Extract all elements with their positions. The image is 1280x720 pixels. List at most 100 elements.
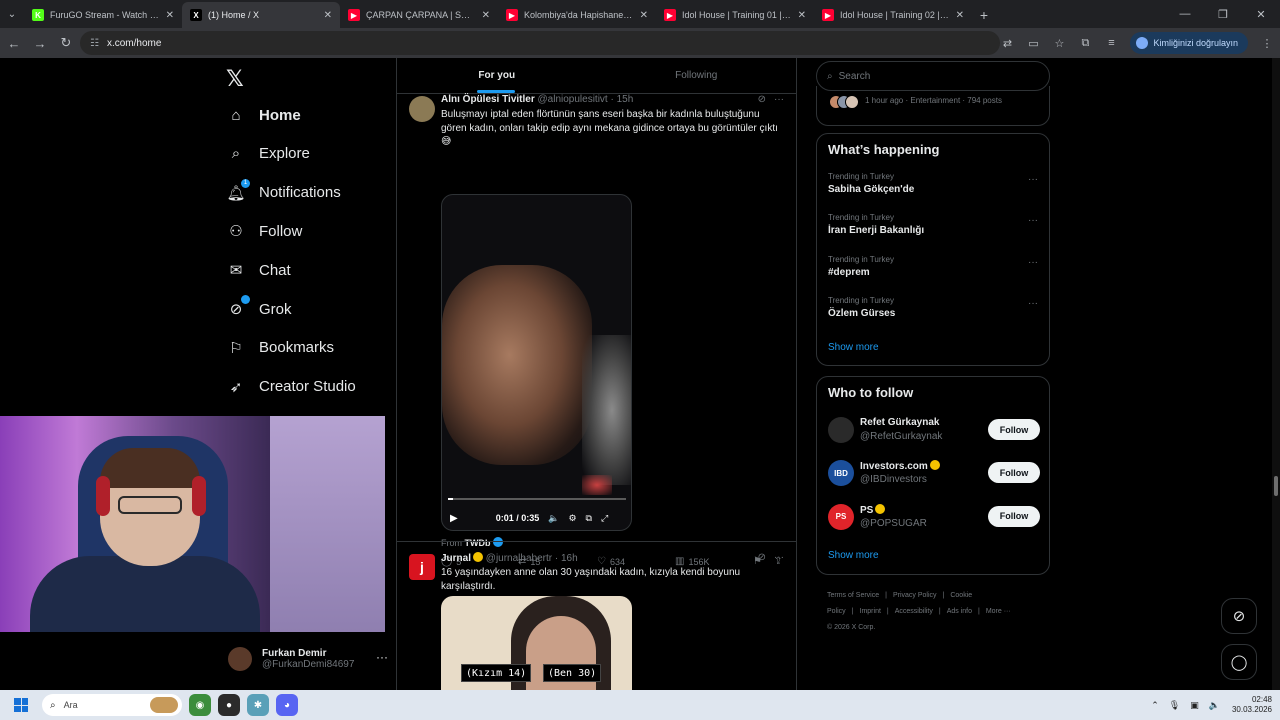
nav-item-explore[interactable]: ⌕ Explore [226,139,310,169]
follow-button[interactable]: Follow [988,462,1040,484]
site-info-icon[interactable]: ☷ [90,38,99,49]
settings-icon[interactable]: ⚙ [568,513,576,524]
browser-tab[interactable]: K FuruGO Stream - Watch Live on ✕ [24,2,182,28]
suggestion-name[interactable]: Refet Gürkaynak [860,417,939,428]
chevron-up-icon[interactable]: ⌃ [1151,700,1159,711]
post-author-name[interactable]: Jurnal [441,553,471,564]
footer-link[interactable]: Imprint [860,608,881,615]
tab-search-menu-icon[interactable]: ⌄ [0,0,24,28]
network-icon[interactable]: ▣ [1190,700,1199,711]
follow-button[interactable]: Follow [988,505,1040,527]
footer-link[interactable]: More ··· [986,608,1011,615]
nav-item-chat[interactable]: ✉ Chat [226,255,291,285]
suggestion-name[interactable]: PS [860,503,886,516]
volume-icon[interactable]: 🔈 [1209,700,1220,711]
close-tab-icon[interactable]: ✕ [166,10,174,21]
translate-icon[interactable]: ⇄ [996,32,1018,54]
video-progress-bar[interactable] [448,498,626,500]
browser-tab[interactable]: ▶ Kolombiya'da Hapishane Baskı ✕ [498,2,656,28]
nav-item-notifications[interactable]: 🔔︎ 1 Notifications [226,178,341,208]
grok-fab-icon[interactable]: ⊘ [1221,598,1257,634]
avatar[interactable]: IBD [828,460,854,487]
follow-suggestion[interactable]: PS PS @POPSUGAR Follow [828,502,1040,532]
volume-icon[interactable]: 🔈 [548,513,559,524]
trend-item[interactable]: Trending in Turkey #deprem ··· [828,255,1038,278]
close-tab-icon[interactable]: ✕ [482,10,490,21]
footer-link[interactable]: Privacy Policy [893,592,937,599]
minimize-icon[interactable]: — [1166,0,1204,28]
more-icon[interactable]: ··· [1028,298,1038,309]
address-bar[interactable]: ☷ x.com/home [80,31,1000,55]
trend-item[interactable]: Trending in Turkey İran Enerji Bakanlığı ·… [828,213,1038,236]
browser-tab[interactable]: ▶ ÇARPAN ÇARPANA | SSriders | I ✕ [340,2,498,28]
grok-icon[interactable]: ⊘ [758,94,766,105]
nav-item-creator-studio[interactable]: ➶ Creator Studio [226,372,356,402]
close-tab-icon[interactable]: ✕ [640,10,648,21]
microphone-icon[interactable]: 🎙 [1169,700,1180,711]
search-input[interactable]: ⌕ Search [816,61,1050,91]
more-icon[interactable]: ··· [1028,215,1038,226]
trend-item[interactable]: Trending in Turkey Özlem Gürses ··· [828,296,1038,319]
grok-icon[interactable]: ⊘ [758,552,766,563]
reading-list-icon[interactable]: ≡ [1100,32,1122,54]
tab-following[interactable]: Following [597,58,797,93]
verify-identity-button[interactable]: Kimliğinizi doğrulayın [1130,32,1248,54]
post-time[interactable]: · 15h [610,94,633,105]
extensions-icon[interactable]: ⧉ [1074,32,1096,54]
close-tab-icon[interactable]: ✕ [956,10,964,21]
footer-link[interactable]: Accessibility [895,608,933,615]
discord-icon[interactable]: ◕ [276,694,298,716]
post-time[interactable]: · 16h [555,553,578,564]
browser-menu-icon[interactable]: ⋮ [1256,32,1278,54]
pip-icon[interactable]: ⧉ [586,513,592,524]
close-window-icon[interactable]: ✕ [1242,0,1280,28]
chat-fab-icon[interactable]: ◯ [1221,644,1257,680]
nav-item-bookmarks[interactable]: ⚐ Bookmarks [226,333,334,363]
footer-link[interactable]: Ads info [947,608,972,615]
nav-item-grok[interactable]: ⊘ Grok [226,294,292,324]
clock[interactable]: 02:48 30.03.2026 [1232,695,1272,715]
chrome-app-icon[interactable]: ◉ [189,694,211,716]
more-icon[interactable]: ··· [774,94,784,105]
back-arrow-icon[interactable]: ← [2,31,26,55]
scrollbar[interactable] [1272,58,1280,690]
app-icon[interactable]: ● [218,694,240,716]
bookmark-star-icon[interactable]: ☆ [1048,32,1070,54]
x-logo-icon[interactable]: 𝕏 [226,66,244,92]
more-icon[interactable]: ··· [774,552,784,563]
follow-suggestion[interactable]: IBD Investors.com @IBDinvestors Follow [828,458,1040,488]
post-author-name[interactable]: Alnı Öpülesi Tivitler [441,94,535,105]
footer-link[interactable]: Terms of Service [827,592,879,599]
browser-tab[interactable]: ▶ Idol House | Training 02 | Vokal ✕ [814,2,972,28]
suggestion-name[interactable]: Investors.com [860,460,940,472]
cast-icon[interactable]: ▭ [1022,32,1044,54]
avatar[interactable] [409,96,435,122]
show-more-link[interactable]: Show more [828,550,879,561]
more-icon[interactable]: ··· [1028,174,1038,185]
more-icon[interactable]: ··· [376,650,388,664]
fullscreen-icon[interactable]: ⤢ [601,513,608,524]
avatar[interactable] [828,417,854,443]
scrollbar-thumb[interactable] [1274,476,1278,496]
post[interactable]: Alnı Öpülesi Tivitler @alniopulesitivt ·… [397,94,796,567]
follow-suggestion[interactable]: Refet Gürkaynak @RefetGurkaynak Follow [828,415,1040,445]
close-tab-icon[interactable]: ✕ [324,10,332,21]
browser-tab[interactable]: ▶ Idol House | Training 01 | Dans ✕ [656,2,814,28]
browser-tab[interactable]: X (1) Home / X ✕ [182,2,340,28]
taskbar-search[interactable]: ⌕ Ara [42,694,182,716]
windows-start-icon[interactable] [14,698,28,712]
nav-item-follow[interactable]: ⚇ Follow [226,216,302,246]
show-more-link[interactable]: Show more [828,342,879,353]
trend-summary[interactable]: 1 hour ago · Entertainment · 794 posts [816,86,1050,126]
post-author-handle[interactable]: @alniopulesitivt [538,94,608,105]
maximize-icon[interactable]: ❐ [1204,0,1242,28]
nav-item-home[interactable]: ⌂ Home [226,100,300,130]
new-tab-button[interactable]: + [972,2,996,28]
account-switcher[interactable]: Furkan Demir @FurkanDemi84697 ··· [228,642,398,676]
tab-for-you[interactable]: For you [397,58,597,93]
follow-button[interactable]: Follow [988,419,1040,440]
avatar[interactable]: j [409,554,435,580]
reload-icon[interactable]: ↻ [54,31,78,55]
post-author-handle[interactable]: @jurnalhabertr [486,553,552,564]
forward-arrow-icon[interactable]: → [28,31,52,55]
